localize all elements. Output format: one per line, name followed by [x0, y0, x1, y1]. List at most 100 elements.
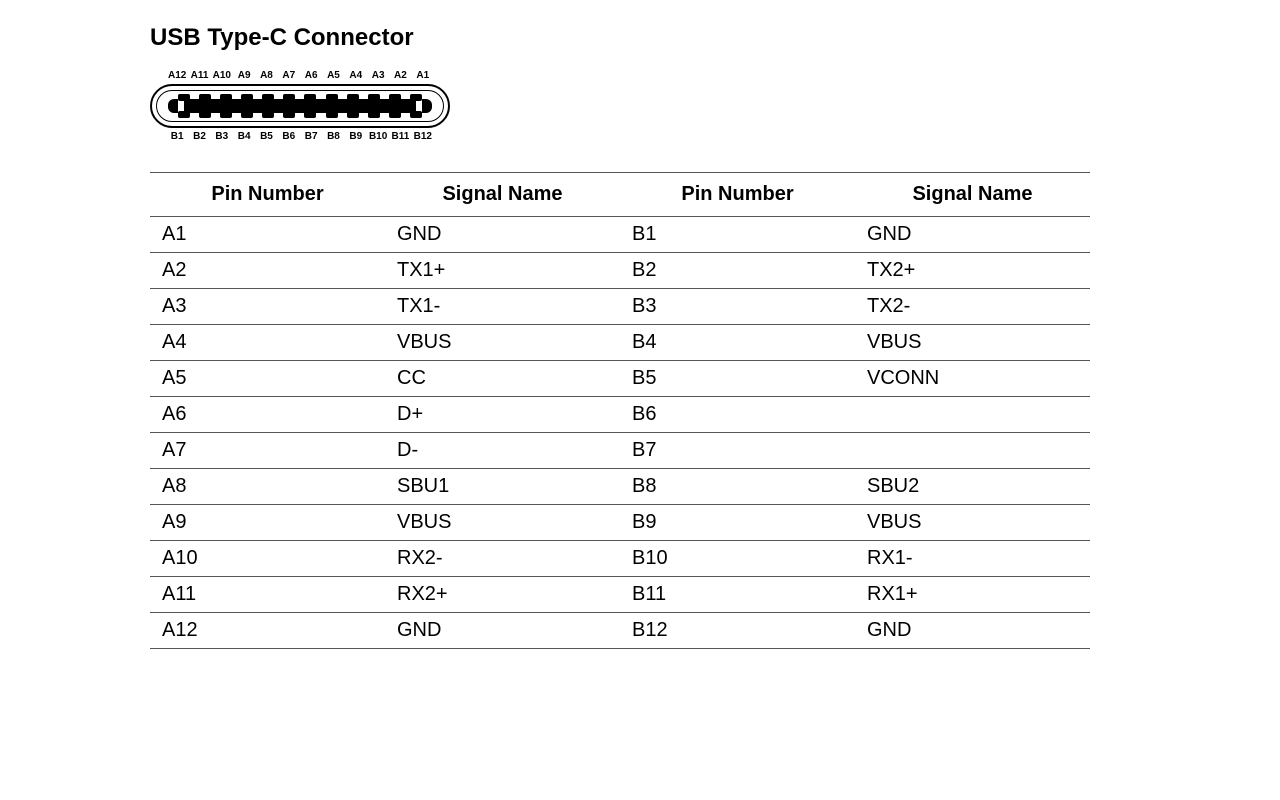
contact-tooth: [178, 111, 190, 118]
connector-contact-left: [168, 99, 178, 113]
pin-label-bottom: B8: [322, 131, 344, 142]
cell-a-pin: A10: [150, 541, 385, 577]
cell-a-pin: A4: [150, 325, 385, 361]
table-row: A11RX2+B11RX1+: [150, 577, 1090, 613]
cell-a-pin: A2: [150, 253, 385, 289]
cell-b-pin: B4: [620, 325, 855, 361]
contact-tooth: [326, 111, 338, 118]
pin-label-top: A5: [322, 70, 344, 81]
pin-label-bottom: B5: [255, 131, 277, 142]
pin-label-bottom: B12: [412, 131, 434, 142]
cell-b-pin: B1: [620, 217, 855, 253]
pin-label-bottom: B9: [345, 131, 367, 142]
pin-label-bottom: B11: [389, 131, 411, 142]
connector-top-contacts: [178, 94, 422, 101]
contact-tooth: [241, 111, 253, 118]
contact-tooth: [283, 111, 295, 118]
table-header-row: Pin Number Signal Name Pin Number Signal…: [150, 173, 1090, 217]
table-row: A8SBU1B8SBU2: [150, 469, 1090, 505]
pin-label-bottom: B3: [211, 131, 233, 142]
cell-a-signal: SBU1: [385, 469, 620, 505]
pinout-table: Pin Number Signal Name Pin Number Signal…: [150, 172, 1090, 649]
page-title: USB Type-C Connector: [150, 24, 1280, 52]
cell-b-signal: GND: [855, 217, 1090, 253]
contact-tooth: [389, 94, 401, 101]
cell-b-pin: B5: [620, 361, 855, 397]
pin-label-bottom: B10: [367, 131, 389, 142]
col-header-b-pin: Pin Number: [620, 173, 855, 217]
pin-label-top: A10: [211, 70, 233, 81]
contact-tooth: [389, 111, 401, 118]
contact-tooth: [326, 94, 338, 101]
cell-b-signal: [855, 433, 1090, 469]
pin-label-bottom: B1: [166, 131, 188, 142]
cell-a-pin: A7: [150, 433, 385, 469]
pin-label-bottom: B6: [278, 131, 300, 142]
connector-top-pin-labels: A12A11A10A9A8A7A6A5A4A3A2A1: [150, 70, 450, 81]
cell-b-signal: TX2+: [855, 253, 1090, 289]
connector-bottom-pin-labels: B1B2B3B4B5B6B7B8B9B10B11B12: [150, 131, 450, 142]
cell-a-signal: D-: [385, 433, 620, 469]
cell-b-pin: B2: [620, 253, 855, 289]
cell-b-pin: B7: [620, 433, 855, 469]
cell-a-signal: VBUS: [385, 325, 620, 361]
cell-a-signal: GND: [385, 613, 620, 649]
connector-contact-right: [422, 99, 432, 113]
cell-a-signal: CC: [385, 361, 620, 397]
connector-bottom-contacts: [178, 111, 422, 118]
col-header-a-signal: Signal Name: [385, 173, 620, 217]
contact-tooth: [347, 111, 359, 118]
pin-label-top: A9: [233, 70, 255, 81]
cell-a-signal: TX1+: [385, 253, 620, 289]
contact-tooth: [199, 94, 211, 101]
cell-a-pin: A8: [150, 469, 385, 505]
contact-tooth: [262, 111, 274, 118]
table-row: A1GNDB1GND: [150, 217, 1090, 253]
cell-b-pin: B6: [620, 397, 855, 433]
col-header-b-signal: Signal Name: [855, 173, 1090, 217]
contact-tooth: [220, 111, 232, 118]
cell-a-pin: A1: [150, 217, 385, 253]
cell-a-pin: A12: [150, 613, 385, 649]
contact-tooth: [178, 94, 190, 101]
contact-tooth: [368, 111, 380, 118]
table-row: A2TX1+B2TX2+: [150, 253, 1090, 289]
pin-label-bottom: B2: [188, 131, 210, 142]
contact-tooth: [262, 94, 274, 101]
cell-b-signal: GND: [855, 613, 1090, 649]
cell-b-pin: B9: [620, 505, 855, 541]
pin-label-top: A7: [278, 70, 300, 81]
table-row: A10RX2-B10RX1-: [150, 541, 1090, 577]
cell-a-signal: RX2-: [385, 541, 620, 577]
table-row: A3TX1-B3TX2-: [150, 289, 1090, 325]
pin-label-top: A1: [412, 70, 434, 81]
pin-label-bottom: B7: [300, 131, 322, 142]
cell-a-signal: D+: [385, 397, 620, 433]
cell-b-signal: SBU2: [855, 469, 1090, 505]
contact-tooth: [410, 94, 422, 101]
cell-b-signal: VBUS: [855, 505, 1090, 541]
table-row: A5CCB5VCONN: [150, 361, 1090, 397]
table-row: A9VBUSB9VBUS: [150, 505, 1090, 541]
cell-b-signal: VBUS: [855, 325, 1090, 361]
contact-tooth: [283, 94, 295, 101]
connector-outline: [150, 84, 450, 128]
contact-tooth: [347, 94, 359, 101]
cell-a-pin: A3: [150, 289, 385, 325]
table-row: A4VBUSB4VBUS: [150, 325, 1090, 361]
cell-a-pin: A9: [150, 505, 385, 541]
cell-a-signal: RX2+: [385, 577, 620, 613]
contact-tooth: [368, 94, 380, 101]
pin-label-bottom: B4: [233, 131, 255, 142]
cell-b-signal: TX2-: [855, 289, 1090, 325]
cell-b-pin: B3: [620, 289, 855, 325]
cell-a-pin: A11: [150, 577, 385, 613]
contact-tooth: [199, 111, 211, 118]
cell-b-signal: RX1+: [855, 577, 1090, 613]
contact-tooth: [304, 94, 316, 101]
contact-tooth: [304, 111, 316, 118]
pin-label-top: A11: [188, 70, 210, 81]
cell-a-pin: A6: [150, 397, 385, 433]
cell-a-signal: VBUS: [385, 505, 620, 541]
cell-a-signal: GND: [385, 217, 620, 253]
